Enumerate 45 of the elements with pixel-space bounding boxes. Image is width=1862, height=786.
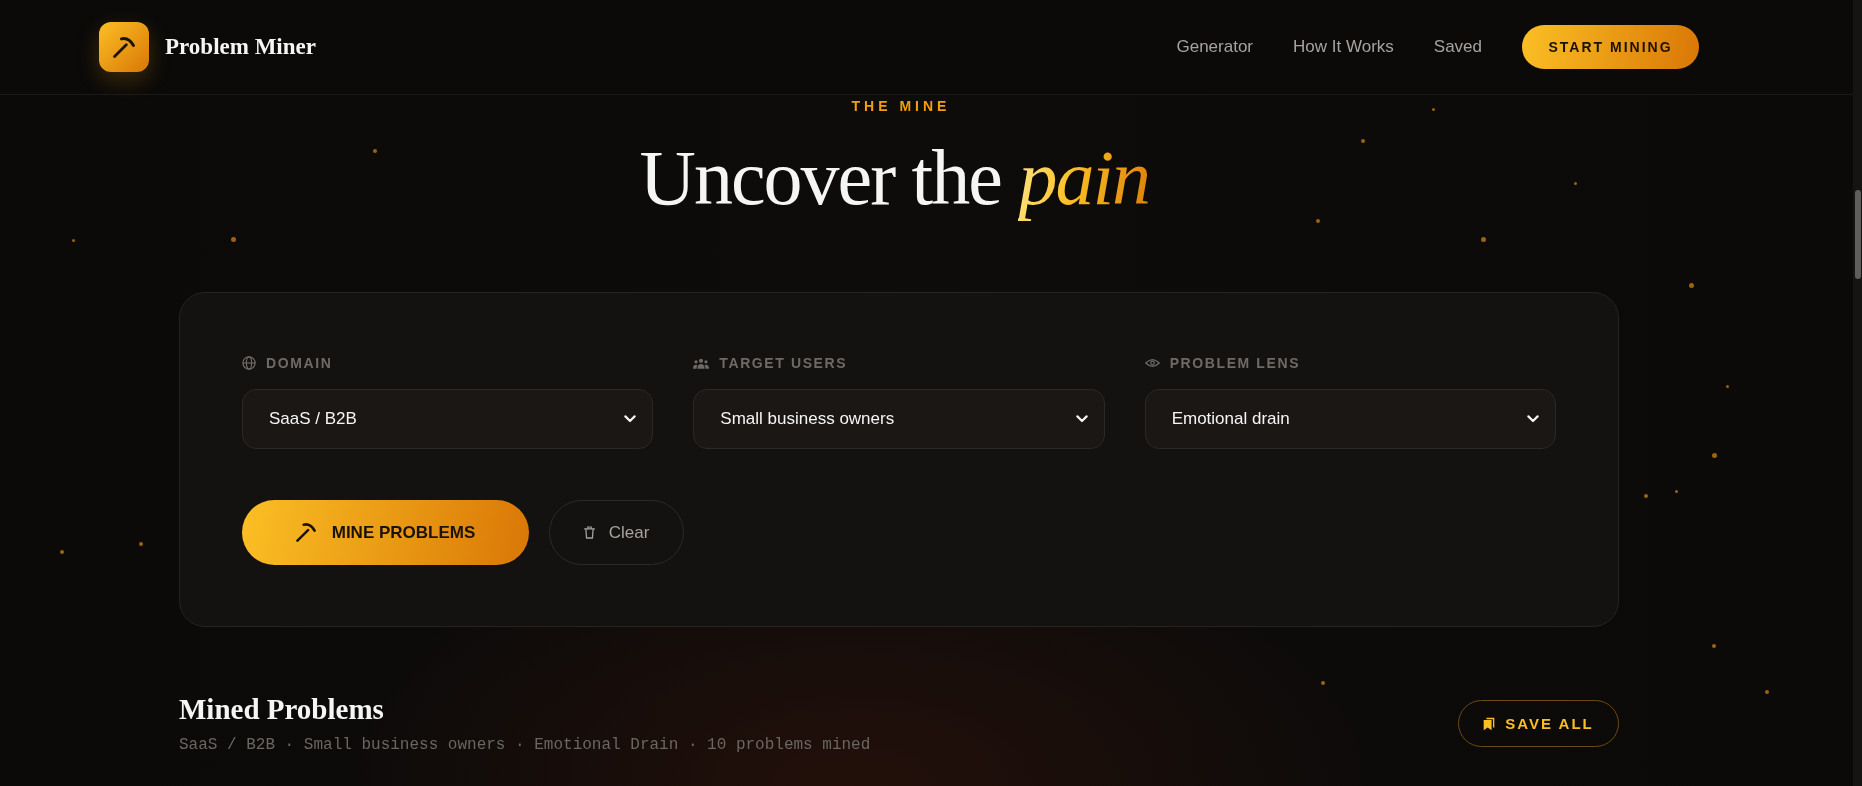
ember-dot [139,542,143,546]
eye-icon [1144,358,1160,368]
trash-icon [583,526,595,539]
scrollbar-thumb[interactable] [1854,190,1861,279]
ember-dot [1432,108,1435,111]
ember-dot [1712,453,1717,458]
domain-dropdown[interactable]: SaaS / B2B [242,389,654,449]
section-title: Mined Problems [179,692,384,727]
globe-icon [242,356,256,370]
target-users-dropdown[interactable]: Small business owners [693,389,1105,449]
ember-dot [1316,219,1320,223]
eyebrow-label: THE MINE [850,98,951,114]
ember-dot [373,149,377,153]
pickaxe-icon [295,523,316,542]
target-users-label: TARGET USERS [719,355,848,371]
pickaxe-logo-icon [99,22,149,72]
brand-name: Problem Miner [165,34,316,60]
ember-dot [1726,385,1729,388]
nav-link[interactable]: Generator [1176,37,1254,57]
nav-link[interactable]: Saved [1433,37,1482,57]
chevron-down-icon [624,415,637,423]
ember-dot [1712,644,1716,648]
ember-dot [72,239,75,242]
start-mining-button[interactable]: START MINING [1522,25,1699,69]
ember-dot [1574,182,1577,185]
mine-problems-button[interactable]: MINE PROBLEMS [242,500,529,565]
hero-title: Uncover the pain [639,134,1159,222]
ember-dot [1321,681,1325,685]
ember-dot [1361,139,1365,143]
ember-dot [1675,490,1678,493]
chevron-down-icon [1075,415,1088,423]
ember-dot [1689,283,1694,288]
domain-label: DOMAIN [266,355,333,371]
problem-lens-label: PROBLEM LENS [1169,355,1301,371]
problem-lens-dropdown[interactable]: Emotional drain [1144,389,1556,449]
people-icon [693,357,710,369]
ember-dot [60,550,64,554]
ember-dot [1765,690,1769,694]
ember-dot [1481,237,1486,242]
chevron-down-icon [1527,415,1539,423]
ember-dot [231,237,236,242]
results-summary: SaaS / B2B · Small business owners · Emotional Drain · 10 problems mined [179,735,871,755]
nav-link[interactable]: How It Works [1293,37,1394,57]
ember-dot [1644,494,1648,498]
bookmarks-icon [1483,716,1496,731]
